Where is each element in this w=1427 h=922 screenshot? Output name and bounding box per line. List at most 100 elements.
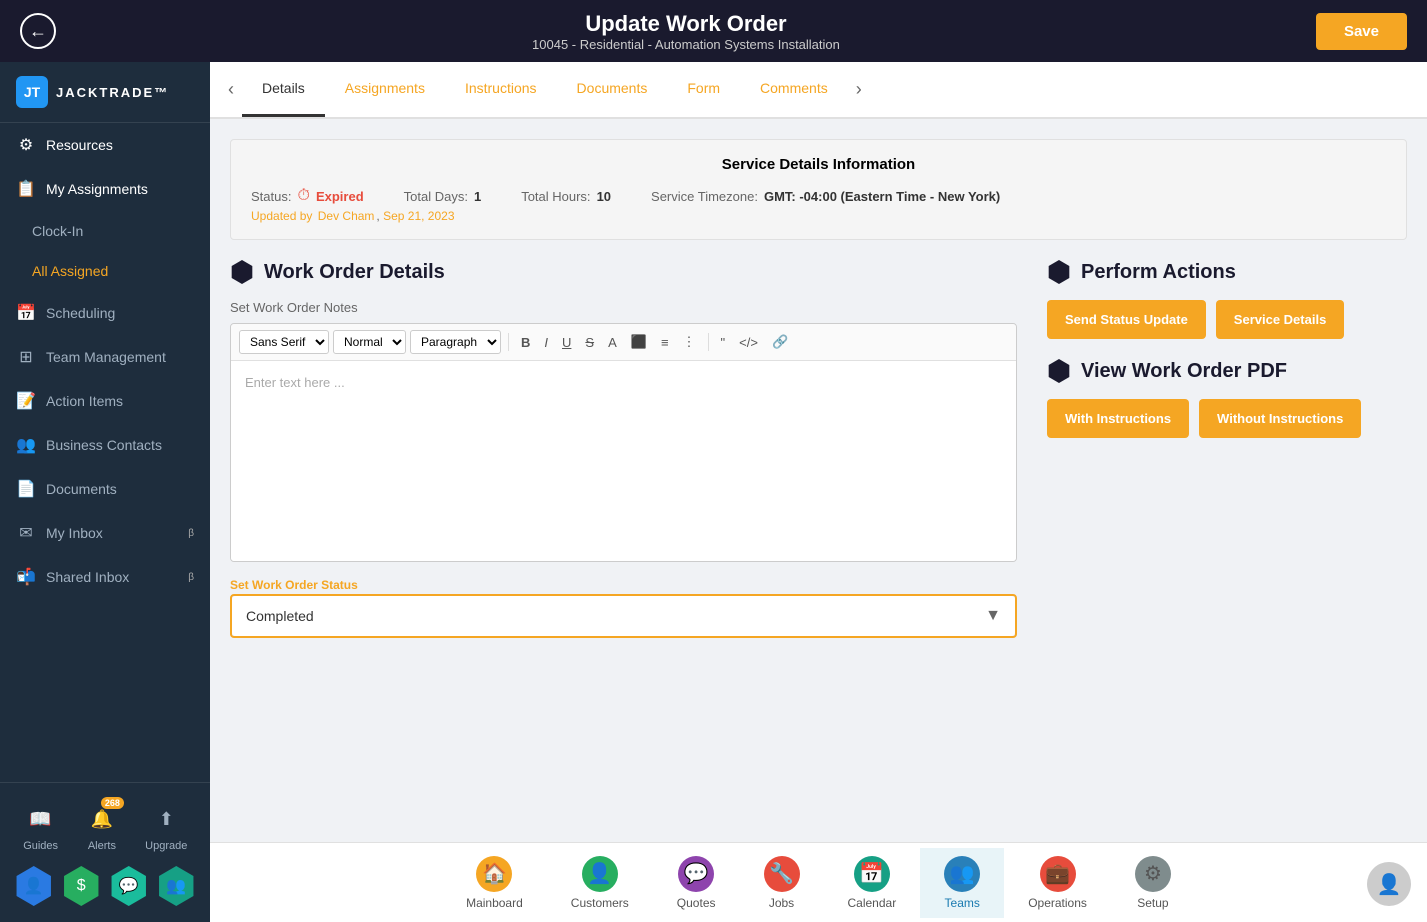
tab-form[interactable]: Form xyxy=(667,62,740,117)
service-details-button[interactable]: Service Details xyxy=(1216,300,1345,339)
sidebar-item-shared-inbox[interactable]: 📬 Shared Inbox β xyxy=(0,555,210,599)
hex-icon-dollar[interactable]: $ xyxy=(61,866,101,906)
total-hours-value: 10 xyxy=(597,189,611,204)
tab-details[interactable]: Details xyxy=(242,62,325,117)
total-hours-item: Total Hours: 10 xyxy=(521,189,611,204)
total-days-item: Total Days: 1 xyxy=(404,189,482,204)
my-inbox-icon: ✉ xyxy=(16,523,36,543)
more-button[interactable]: ⋮ xyxy=(678,331,701,353)
font-select[interactable]: Sans Serif xyxy=(239,330,329,354)
sidebar-item-all-assigned[interactable]: All Assigned xyxy=(0,251,210,291)
service-info-box: Service Details Information Status: ⏱ Ex… xyxy=(230,139,1407,240)
two-col-layout: Work Order Details Set Work Order Notes … xyxy=(230,260,1407,638)
sidebar-item-resources[interactable]: ⚙ Resources xyxy=(0,123,210,167)
bottom-tab-jobs[interactable]: 🔧 Jobs xyxy=(740,848,824,918)
customers-icon: 👤 xyxy=(582,856,618,892)
code-button[interactable]: </> xyxy=(734,332,763,353)
operations-icon: 💼 xyxy=(1040,856,1076,892)
sidebar-item-my-assignments[interactable]: 📋 My Assignments xyxy=(0,167,210,211)
send-status-update-button[interactable]: Send Status Update xyxy=(1047,300,1206,339)
toolbar-divider-2 xyxy=(708,333,709,351)
perform-actions-hex-badge xyxy=(1047,260,1071,284)
status-dropdown[interactable]: Completed In Progress Pending Cancelled … xyxy=(232,596,1015,636)
sidebar-item-scheduling-label: Scheduling xyxy=(46,305,115,321)
tab-next-button[interactable]: › xyxy=(848,79,870,100)
bottom-tab-calendar[interactable]: 📅 Calendar xyxy=(824,848,921,918)
underline-button[interactable]: U xyxy=(557,332,576,353)
sidebar-item-documents[interactable]: 📄 Documents xyxy=(0,467,210,511)
italic-button[interactable]: I xyxy=(539,332,553,353)
bottom-tab-teams[interactable]: 👥 Teams xyxy=(920,848,1004,918)
back-button[interactable]: ← xyxy=(20,13,56,49)
sidebar-item-team-management[interactable]: ⊞ Team Management xyxy=(0,335,210,379)
alerts-button[interactable]: 🔔 268 Alerts xyxy=(84,801,120,852)
tab-instructions[interactable]: Instructions xyxy=(445,62,557,117)
bottom-tab-setup[interactable]: ⚙ Setup xyxy=(1111,848,1195,918)
quotes-icon: 💬 xyxy=(678,856,714,892)
top-header: ← Update Work Order 10045 - Residential … xyxy=(0,0,1427,62)
shared-inbox-badge: β xyxy=(188,572,194,583)
view-pdf-title: View Work Order PDF xyxy=(1081,360,1287,383)
guides-button[interactable]: 📖 Guides xyxy=(23,801,59,852)
my-inbox-badge: β xyxy=(188,528,194,539)
user-avatar[interactable]: 👤 xyxy=(1367,862,1411,906)
save-button[interactable]: Save xyxy=(1316,13,1407,50)
logo-text: JACKTRADE™ xyxy=(56,85,169,100)
guides-icon: 📖 xyxy=(23,801,59,837)
status-value: Expired xyxy=(316,189,364,204)
without-instructions-button[interactable]: Without Instructions xyxy=(1199,399,1361,438)
my-assignments-icon: 📋 xyxy=(16,179,36,199)
bottom-tab-quotes[interactable]: 💬 Quotes xyxy=(653,848,740,918)
tab-documents[interactable]: Documents xyxy=(557,62,668,117)
updated-by-prefix: Updated by xyxy=(251,209,312,223)
hex-icon-person[interactable]: 👤 xyxy=(14,866,54,906)
notes-editor[interactable]: Enter text here ... xyxy=(231,361,1016,561)
quote-button[interactable]: " xyxy=(716,332,731,353)
tab-assignments[interactable]: Assignments xyxy=(325,62,445,117)
bottom-tab-mainboard[interactable]: 🏠 Mainboard xyxy=(442,848,547,918)
color-button[interactable]: A xyxy=(603,332,622,353)
sidebar-item-my-inbox[interactable]: ✉ My Inbox β xyxy=(0,511,210,555)
teams-icon: 👥 xyxy=(944,856,980,892)
status-label: Status: xyxy=(251,189,291,204)
service-info-title: Service Details Information xyxy=(251,156,1386,173)
strikethrough-button[interactable]: S xyxy=(580,332,599,353)
toolbar-divider-1 xyxy=(508,333,509,351)
timezone-label: Service Timezone: xyxy=(651,189,758,204)
hex-icon-chat[interactable]: 💬 xyxy=(109,866,149,906)
format-select[interactable]: Paragraph xyxy=(410,330,501,354)
view-pdf-header: View Work Order PDF xyxy=(1047,359,1407,383)
align-button[interactable]: ≡ xyxy=(656,332,674,353)
upgrade-label: Upgrade xyxy=(145,840,187,852)
main-layout: JT JACKTRADE™ ⚙ Resources 📋 My Assignmen… xyxy=(0,62,1427,922)
sidebar-item-business-contacts[interactable]: 👥 Business Contacts xyxy=(0,423,210,467)
hex-icon-people[interactable]: 👥 xyxy=(156,866,196,906)
bottom-tab-operations[interactable]: 💼 Operations xyxy=(1004,848,1111,918)
resources-icon: ⚙ xyxy=(16,135,36,155)
highlight-button[interactable]: ⬛ xyxy=(626,331,652,353)
bottom-tab-bar: 🏠 Mainboard 👤 Customers 💬 Quotes 🔧 Jobs … xyxy=(210,842,1427,922)
main-scroll: Service Details Information Status: ⏱ Ex… xyxy=(210,119,1427,842)
sidebar-item-documents-label: Documents xyxy=(46,481,117,497)
sidebar-item-clock-in[interactable]: Clock-In xyxy=(0,211,210,251)
sidebar-item-action-items[interactable]: 📝 Action Items xyxy=(0,379,210,423)
page-subtitle: 10045 - Residential - Automation Systems… xyxy=(532,37,840,52)
timezone-value: GMT: -04:00 (Eastern Time - New York) xyxy=(764,189,1000,204)
bold-button[interactable]: B xyxy=(516,332,535,353)
action-items-icon: 📝 xyxy=(16,391,36,411)
sidebar-item-scheduling[interactable]: 📅 Scheduling xyxy=(0,291,210,335)
status-select-wrapper: Completed In Progress Pending Cancelled … xyxy=(230,594,1017,638)
sidebar-logo: JT JACKTRADE™ xyxy=(0,62,210,123)
content-area: ‹ Details Assignments Instructions Docum… xyxy=(210,62,1427,922)
jobs-icon: 🔧 xyxy=(764,856,800,892)
sidebar-item-resources-label: Resources xyxy=(46,137,113,153)
bottom-tab-customers[interactable]: 👤 Customers xyxy=(547,848,653,918)
with-instructions-button[interactable]: With Instructions xyxy=(1047,399,1189,438)
work-order-title: Work Order Details xyxy=(264,261,445,284)
link-button[interactable]: 🔗 xyxy=(767,331,793,353)
tab-prev-button[interactable]: ‹ xyxy=(220,79,242,100)
calendar-label: Calendar xyxy=(848,896,897,910)
upgrade-button[interactable]: ⬆ Upgrade xyxy=(145,801,187,852)
tab-comments[interactable]: Comments xyxy=(740,62,848,117)
size-select[interactable]: Normal xyxy=(333,330,406,354)
